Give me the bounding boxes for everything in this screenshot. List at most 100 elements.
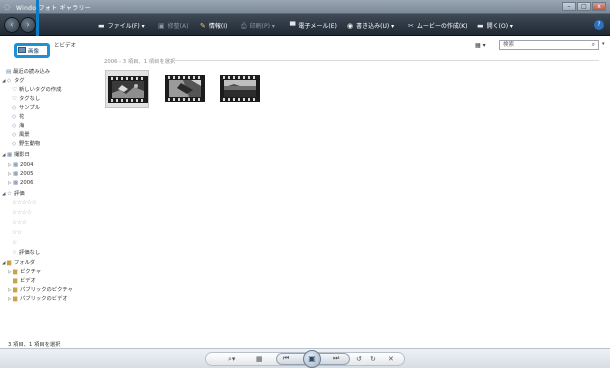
folder-icon: ▆ bbox=[13, 269, 18, 275]
movie-maker-button[interactable]: ✂ ムービーの作成(K) bbox=[408, 21, 468, 30]
rotate-left-icon[interactable]: ↺ bbox=[356, 355, 362, 363]
grid-view-icon: ▦ bbox=[475, 42, 481, 49]
open-menu[interactable]: ▬ 開く(O) ▾ bbox=[477, 21, 513, 30]
tree-item-tags[interactable]: ◢ ◇ タグ bbox=[2, 77, 25, 85]
file-menu[interactable]: ▬ ファイル(F) ▾ bbox=[98, 21, 145, 30]
tree-item-no-rating[interactable]: ☆ 評価なし bbox=[12, 249, 40, 257]
title-bar: ◌ Windo フォト ギャラリー – □ x bbox=[0, 0, 610, 14]
film-strip bbox=[220, 75, 260, 102]
next-icon[interactable]: ⏭ bbox=[333, 354, 339, 363]
tree-item-one-star[interactable]: ☆ bbox=[12, 239, 17, 247]
tree-item-two-stars[interactable]: ☆☆ bbox=[12, 229, 22, 237]
video-label: とビデオ bbox=[54, 43, 77, 49]
print-menu[interactable]: ⎙ 印刷(P) ▾ bbox=[241, 21, 275, 31]
tag-icon: ◇ bbox=[12, 141, 17, 147]
print-icon: ⎙ bbox=[241, 22, 247, 30]
open-icon: ▬ bbox=[477, 22, 484, 30]
calendar-icon: ▦ bbox=[13, 162, 19, 168]
info-icon: ✎ bbox=[200, 22, 206, 30]
close-button[interactable]: x bbox=[592, 2, 606, 11]
tree-item-videos[interactable]: ▆ ビデオ bbox=[13, 277, 36, 285]
tree-item-public-videos[interactable]: ▷ ▆ パブリックのビデオ bbox=[8, 295, 68, 303]
untagged-icon: ♡ bbox=[12, 96, 17, 102]
star-icon: ☆ bbox=[7, 191, 12, 197]
tag-icon: ◇ bbox=[7, 78, 12, 84]
delete-icon[interactable]: ✕ bbox=[388, 355, 394, 363]
email-button[interactable]: ▀ 電子メール(E) bbox=[290, 21, 337, 30]
calendar-icon: ▦ bbox=[13, 171, 19, 177]
video-frame-image bbox=[224, 80, 256, 97]
email-icon: ▀ bbox=[290, 22, 296, 30]
tree-item-rating[interactable]: ◢ ☆ 評価 bbox=[2, 190, 25, 198]
recent-icon: ▤ bbox=[6, 69, 12, 75]
folder-icon: ▆ bbox=[13, 287, 18, 293]
tree-item-year-2004[interactable]: ▷ ▦ 2004 bbox=[8, 161, 33, 169]
folder-icon: ▆ bbox=[13, 278, 18, 284]
new-tag-icon: ♡ bbox=[12, 87, 17, 93]
tree-item-four-stars[interactable]: ☆☆☆☆ bbox=[12, 209, 32, 217]
burn-menu[interactable]: ◉ 書き込み(U) ▾ bbox=[347, 21, 394, 30]
disc-icon: ◉ bbox=[347, 22, 354, 30]
tree-item-untagged[interactable]: ♡ タグなし bbox=[12, 95, 40, 103]
video-frame-image bbox=[169, 80, 201, 97]
film-strip bbox=[165, 75, 205, 102]
star-icon: ☆ bbox=[12, 250, 17, 256]
zoom-icon[interactable]: ⌕▾ bbox=[228, 355, 235, 364]
status-text: 3 項目、1 項目を選択 bbox=[8, 342, 61, 348]
app-icon: ◌ bbox=[4, 3, 11, 11]
group-header: 2006 - 3 項目、1 項目を選択 bbox=[104, 59, 176, 65]
tag-icon: ◇ bbox=[12, 114, 17, 120]
minimize-button[interactable]: – bbox=[562, 2, 576, 11]
toolbar: ‹ › ▬ ファイル(F) ▾ ▣ 修整(A) ✎ 情報(I) ⎙ 印刷(P) ▾ ▀ 電… bbox=[0, 14, 610, 36]
video-thumbnail-3[interactable] bbox=[218, 70, 262, 108]
film-strip bbox=[108, 76, 148, 103]
tree-item-landscape[interactable]: ◇ 風景 bbox=[12, 131, 30, 139]
tree-item-year-2006[interactable]: ▷ ▦ 2006 bbox=[8, 179, 33, 187]
tree-item-recent[interactable]: ▤ 最近の読み込み bbox=[6, 68, 50, 76]
tree-item-three-stars[interactable]: ☆☆☆ bbox=[12, 219, 27, 227]
calendar-icon: ▦ bbox=[7, 152, 13, 158]
tree-item-flower[interactable]: ◇ 花 bbox=[12, 113, 24, 121]
video-thumbnail-1[interactable] bbox=[105, 70, 149, 108]
tree-item-sea[interactable]: ◇ 海 bbox=[12, 122, 24, 130]
movie-icon: ✂ bbox=[408, 22, 414, 30]
control-bar: ⌕▾ ▦ ⏮ ▣ ⏭ ↺ ↻ ✕ bbox=[0, 348, 610, 368]
tree-item-year-2005[interactable]: ▷ ▦ 2005 bbox=[8, 170, 33, 178]
view-size-button[interactable]: ▦ ▾ bbox=[475, 42, 486, 49]
thumbnail-pane: ▦ ▾ 検索 ⌕ ▾ 2006 - 3 項目、1 項目を選択 bbox=[98, 36, 610, 348]
search-options-icon[interactable]: ▾ bbox=[602, 41, 605, 47]
folder-icon: ▆ bbox=[7, 260, 12, 266]
calendar-icon: ▦ bbox=[13, 180, 19, 186]
tag-icon: ◇ bbox=[12, 123, 17, 129]
fix-icon: ▣ bbox=[158, 22, 165, 30]
window-title: Windo フォト ギャラリー bbox=[16, 5, 92, 12]
file-icon: ▬ bbox=[98, 22, 105, 30]
tree-item-public-pictures[interactable]: ▷ ▆ パブリックのピクチャ bbox=[8, 286, 73, 294]
group-divider bbox=[174, 60, 599, 61]
previous-icon[interactable]: ⏮ bbox=[283, 354, 289, 363]
forward-button[interactable]: › bbox=[20, 17, 36, 33]
tree-item-new-tag[interactable]: ♡ 新しいタグの作成 bbox=[12, 86, 61, 94]
info-button[interactable]: ✎ 情報(I) bbox=[200, 21, 227, 30]
search-icon[interactable]: ⌕ bbox=[592, 41, 595, 49]
tree-item-folder[interactable]: ◢ ▆ フォルダ bbox=[2, 259, 35, 267]
tag-icon: ◇ bbox=[12, 132, 17, 138]
video-thumbnail-2[interactable] bbox=[163, 70, 207, 108]
search-input[interactable]: 検索 ⌕ bbox=[499, 40, 599, 50]
slideshow-button[interactable]: ▣ bbox=[303, 350, 321, 368]
actual-size-icon[interactable]: ▦ bbox=[256, 355, 263, 363]
tag-icon: ◇ bbox=[12, 105, 17, 111]
picture-icon bbox=[18, 47, 26, 53]
tree-item-sample[interactable]: ◇ サンプル bbox=[12, 104, 40, 112]
tree-item-five-stars[interactable]: ☆☆☆☆☆ bbox=[12, 199, 37, 207]
maximize-button[interactable]: □ bbox=[577, 2, 591, 11]
rotate-right-icon[interactable]: ↻ bbox=[370, 355, 376, 363]
tree-item-wildlife[interactable]: ◇ 野生動物 bbox=[12, 140, 40, 148]
back-button[interactable]: ‹ bbox=[4, 17, 20, 33]
tree-item-pictures[interactable]: ▷ ▆ ピクチャ bbox=[8, 268, 41, 276]
fix-button[interactable]: ▣ 修整(A) bbox=[158, 21, 188, 30]
view-label: 画像 bbox=[28, 49, 40, 55]
help-button[interactable]: ? bbox=[594, 20, 604, 30]
video-frame-image bbox=[112, 81, 144, 98]
tree-item-date-taken[interactable]: ◢ ▦ 撮影日 bbox=[2, 151, 30, 159]
